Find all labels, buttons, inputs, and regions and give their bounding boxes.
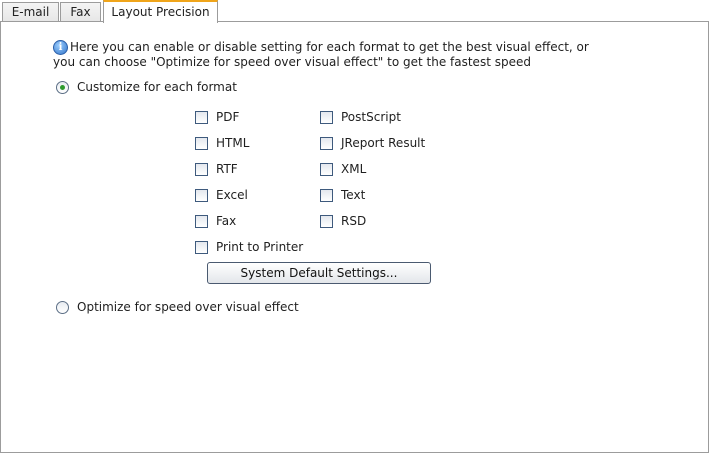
- customize-option[interactable]: Customize for each format: [56, 79, 237, 95]
- format-checkbox-postscript[interactable]: PostScript: [320, 109, 401, 125]
- format-checkbox-text[interactable]: Text: [320, 187, 365, 203]
- layout-precision-dialog: E-mail Fax Layout Precision i Here you c…: [0, 0, 709, 453]
- fax-label: Fax: [216, 214, 237, 228]
- postscript-checkbox[interactable]: [320, 110, 333, 124]
- rsd-label: RSD: [341, 214, 367, 228]
- tab-bar: E-mail Fax Layout Precision: [0, 0, 709, 23]
- tab-layout-precision[interactable]: Layout Precision: [103, 0, 218, 23]
- format-checkbox-print-to-printer[interactable]: Print to Printer: [195, 239, 303, 255]
- print-to-printer-label: Print to Printer: [216, 240, 304, 254]
- xml-checkbox[interactable]: [320, 162, 333, 176]
- rtf-checkbox[interactable]: [195, 162, 208, 176]
- excel-checkbox[interactable]: [195, 188, 208, 202]
- pdf-checkbox[interactable]: [195, 110, 208, 124]
- format-checkbox-pdf[interactable]: PDF: [195, 109, 239, 125]
- optimize-option[interactable]: Optimize for speed over visual effect: [56, 299, 299, 315]
- rtf-label: RTF: [216, 162, 238, 176]
- excel-label: Excel: [216, 188, 248, 202]
- tab-fax[interactable]: Fax: [60, 2, 101, 22]
- jreport-result-label: JReport Result: [341, 136, 426, 150]
- html-checkbox[interactable]: [195, 136, 208, 150]
- fax-checkbox[interactable]: [195, 214, 208, 228]
- text-checkbox[interactable]: [320, 188, 333, 202]
- html-label: HTML: [216, 136, 250, 150]
- format-checkbox-html[interactable]: HTML: [195, 135, 249, 151]
- format-checkbox-rtf[interactable]: RTF: [195, 161, 238, 177]
- xml-label: XML: [341, 162, 367, 176]
- jreport-result-checkbox[interactable]: [320, 136, 333, 150]
- postscript-label: PostScript: [341, 110, 401, 124]
- format-checkbox-jreport-result[interactable]: JReport Result: [320, 135, 425, 151]
- pdf-label: PDF: [216, 110, 240, 124]
- customize-label: Customize for each format: [77, 80, 237, 94]
- tab-email[interactable]: E-mail: [2, 2, 59, 22]
- optimize-radio[interactable]: [56, 300, 69, 314]
- system-default-settings-button[interactable]: System Default Settings...: [207, 262, 431, 284]
- format-checkbox-excel[interactable]: Excel: [195, 187, 248, 203]
- info-text: Here you can enable or disable setting f…: [53, 40, 589, 69]
- print-to-printer-checkbox[interactable]: [195, 240, 208, 254]
- optimize-label: Optimize for speed over visual effect: [77, 300, 299, 314]
- text-label: Text: [341, 188, 366, 202]
- format-checkbox-rsd[interactable]: RSD: [320, 213, 366, 229]
- format-checkbox-fax[interactable]: Fax: [195, 213, 236, 229]
- format-checkbox-xml[interactable]: XML: [320, 161, 366, 177]
- rsd-checkbox[interactable]: [320, 214, 333, 228]
- customize-radio[interactable]: [56, 80, 69, 94]
